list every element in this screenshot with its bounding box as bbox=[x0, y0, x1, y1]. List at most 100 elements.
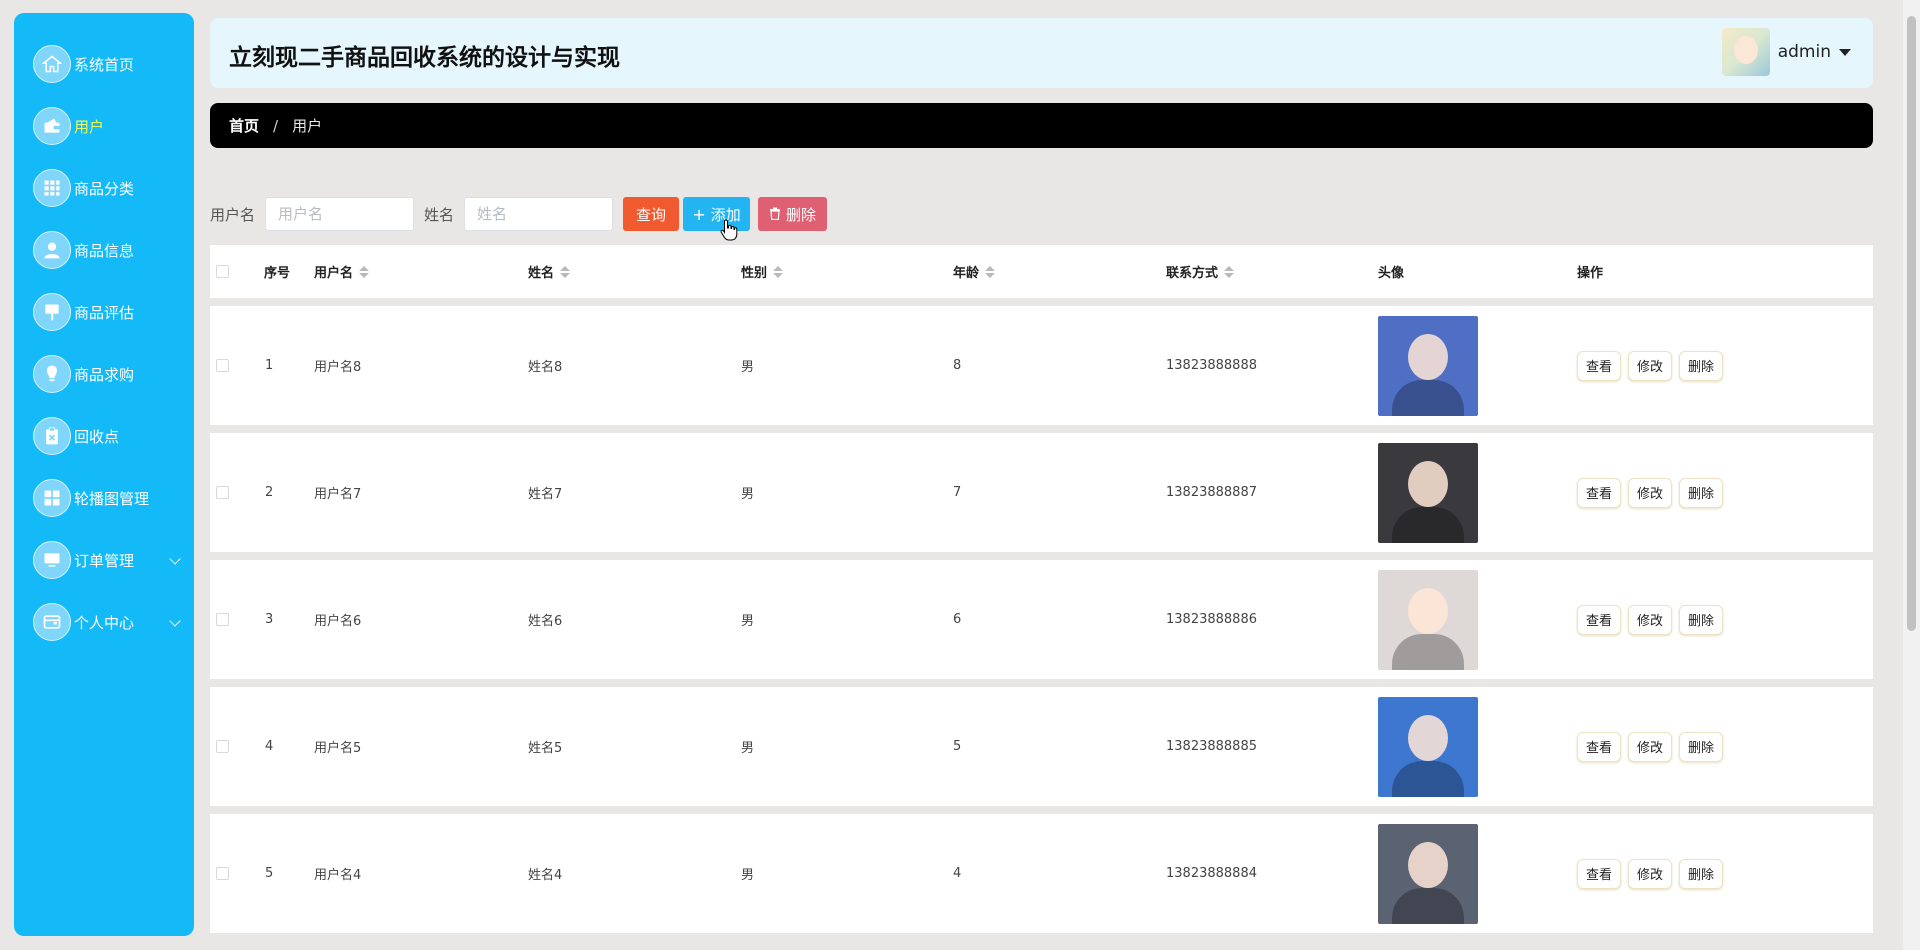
table-row: 4 用户名5 姓名5 男 5 13823888885 查看 修改 删除 bbox=[210, 687, 1873, 806]
delete-button[interactable]: 删除 bbox=[1679, 731, 1724, 762]
sort-icon bbox=[560, 265, 571, 278]
sidebar-item-profile[interactable]: 个人中心 bbox=[14, 591, 194, 653]
sidebar-item-label: 个人中心 bbox=[74, 613, 135, 632]
sidebar-item-recycle-point[interactable]: 回收点 bbox=[14, 405, 194, 467]
user-photo bbox=[1378, 823, 1478, 924]
wallet-icon bbox=[33, 107, 71, 145]
name-input[interactable] bbox=[464, 197, 614, 231]
table-header: 序号 用户名 姓名 性别 年龄 联系方式 头像 操作 bbox=[210, 245, 1873, 298]
cell-index: 2 bbox=[265, 485, 274, 500]
cell-index: 3 bbox=[265, 612, 274, 627]
cell-avatar bbox=[1378, 687, 1478, 806]
cell-name: 姓名5 bbox=[528, 741, 563, 756]
cell-contact: 13823888885 bbox=[1166, 739, 1257, 754]
cell-username: 用户名6 bbox=[314, 614, 362, 629]
column-header-label: 用户名 bbox=[314, 266, 354, 281]
row-checkbox[interactable] bbox=[216, 740, 229, 753]
delete-button[interactable]: 删除 bbox=[1679, 350, 1724, 381]
edit-button[interactable]: 修改 bbox=[1628, 350, 1673, 381]
sidebar-item-users[interactable]: 用户 bbox=[14, 95, 194, 157]
breadcrumb-home[interactable]: 首页 bbox=[229, 115, 259, 136]
delete-button[interactable]: 删除 bbox=[1679, 604, 1724, 635]
user-photo bbox=[1378, 442, 1478, 543]
clipboard-icon bbox=[33, 417, 71, 455]
sidebar-item-goods-info[interactable]: 商品信息 bbox=[14, 219, 194, 281]
sign-icon bbox=[33, 293, 71, 331]
cell-index: 5 bbox=[265, 866, 274, 881]
cell-index: 4 bbox=[265, 739, 274, 754]
edit-button[interactable]: 修改 bbox=[1628, 477, 1673, 508]
user-photo bbox=[1378, 569, 1478, 670]
query-button[interactable]: 查询 bbox=[623, 197, 680, 231]
column-header-avatar: 头像 bbox=[1378, 266, 1405, 281]
cell-actions: 查看 修改 删除 bbox=[1577, 433, 1730, 552]
cell-actions: 查看 修改 删除 bbox=[1577, 560, 1730, 679]
row-checkbox[interactable] bbox=[216, 486, 229, 499]
user-photo bbox=[1378, 696, 1478, 797]
sidebar-item-label: 商品信息 bbox=[74, 241, 135, 260]
edit-button[interactable]: 修改 bbox=[1628, 858, 1673, 889]
user-menu[interactable]: admin bbox=[1721, 28, 1851, 76]
name-label: 姓名 bbox=[424, 205, 455, 224]
view-button[interactable]: 查看 bbox=[1577, 477, 1622, 508]
chevron-down-icon bbox=[169, 553, 181, 565]
sidebar-item-carousel[interactable]: 轮播图管理 bbox=[14, 467, 194, 529]
sort-icon bbox=[773, 265, 784, 278]
row-select-cell bbox=[216, 433, 229, 552]
user-name: admin bbox=[1777, 42, 1831, 62]
column-header-username[interactable]: 用户名 bbox=[314, 245, 370, 298]
column-header-gender[interactable]: 性别 bbox=[741, 245, 784, 298]
edit-button[interactable]: 修改 bbox=[1628, 731, 1673, 762]
cell-age: 6 bbox=[953, 612, 962, 627]
row-checkbox[interactable] bbox=[216, 613, 229, 626]
column-header-age[interactable]: 年龄 bbox=[953, 245, 996, 298]
bulb-icon bbox=[33, 355, 71, 393]
sort-icon bbox=[1224, 265, 1235, 278]
sidebar-item-home[interactable]: 系统首页 bbox=[14, 33, 194, 95]
column-header-label: 联系方式 bbox=[1166, 266, 1219, 281]
view-button[interactable]: 查看 bbox=[1577, 858, 1622, 889]
user-photo bbox=[1378, 315, 1478, 416]
grid-icon bbox=[33, 169, 71, 207]
add-button[interactable]: + 添加 bbox=[683, 197, 751, 231]
cell-gender: 男 bbox=[741, 614, 755, 629]
select-all-checkbox[interactable] bbox=[216, 265, 229, 278]
page-scrollbar[interactable] bbox=[1903, 0, 1920, 950]
cell-contact: 13823888887 bbox=[1166, 485, 1257, 500]
cell-actions: 查看 修改 删除 bbox=[1577, 306, 1730, 425]
view-button[interactable]: 查看 bbox=[1577, 350, 1622, 381]
sidebar-item-evaluation[interactable]: 商品评估 bbox=[14, 281, 194, 343]
hand-cursor-icon bbox=[720, 219, 738, 241]
sidebar-item-label: 订单管理 bbox=[74, 551, 135, 570]
cell-contact: 13823888888 bbox=[1166, 358, 1257, 373]
cell-actions: 查看 修改 删除 bbox=[1577, 687, 1730, 806]
column-header-name[interactable]: 姓名 bbox=[528, 245, 571, 298]
sidebar-item-purchase[interactable]: 商品求购 bbox=[14, 343, 194, 405]
row-checkbox[interactable] bbox=[216, 359, 229, 372]
view-button[interactable]: 查看 bbox=[1577, 604, 1622, 635]
cell-index: 1 bbox=[265, 358, 274, 373]
edit-button[interactable]: 修改 bbox=[1628, 604, 1673, 635]
username-input[interactable] bbox=[265, 197, 415, 231]
row-checkbox[interactable] bbox=[216, 867, 229, 880]
sidebar-item-orders[interactable]: 订单管理 bbox=[14, 529, 194, 591]
delete-button[interactable]: 删除 bbox=[1679, 858, 1724, 889]
row-select-cell bbox=[216, 687, 229, 806]
column-header-label: 年龄 bbox=[953, 266, 980, 281]
row-select-cell bbox=[216, 814, 229, 933]
breadcrumb-current: 用户 bbox=[292, 117, 323, 135]
person-icon bbox=[33, 231, 71, 269]
select-all-cell bbox=[216, 245, 229, 298]
delete-button[interactable]: 删除 bbox=[1679, 477, 1724, 508]
batch-delete-button[interactable]: 删除 bbox=[758, 197, 828, 231]
sidebar-item-category[interactable]: 商品分类 bbox=[14, 157, 194, 219]
view-button[interactable]: 查看 bbox=[1577, 731, 1622, 762]
table-row: 1 用户名8 姓名8 男 8 13823888888 查看 修改 删除 bbox=[210, 306, 1873, 425]
column-header-contact[interactable]: 联系方式 bbox=[1166, 245, 1235, 298]
sort-icon bbox=[985, 265, 996, 278]
page-title: 立刻现二手商品回收系统的设计与实现 bbox=[229, 45, 620, 71]
column-header-actions: 操作 bbox=[1577, 266, 1604, 281]
cell-username: 用户名4 bbox=[314, 868, 362, 883]
scrollbar-thumb[interactable] bbox=[1907, 16, 1916, 631]
cell-contact: 13823888884 bbox=[1166, 866, 1257, 881]
